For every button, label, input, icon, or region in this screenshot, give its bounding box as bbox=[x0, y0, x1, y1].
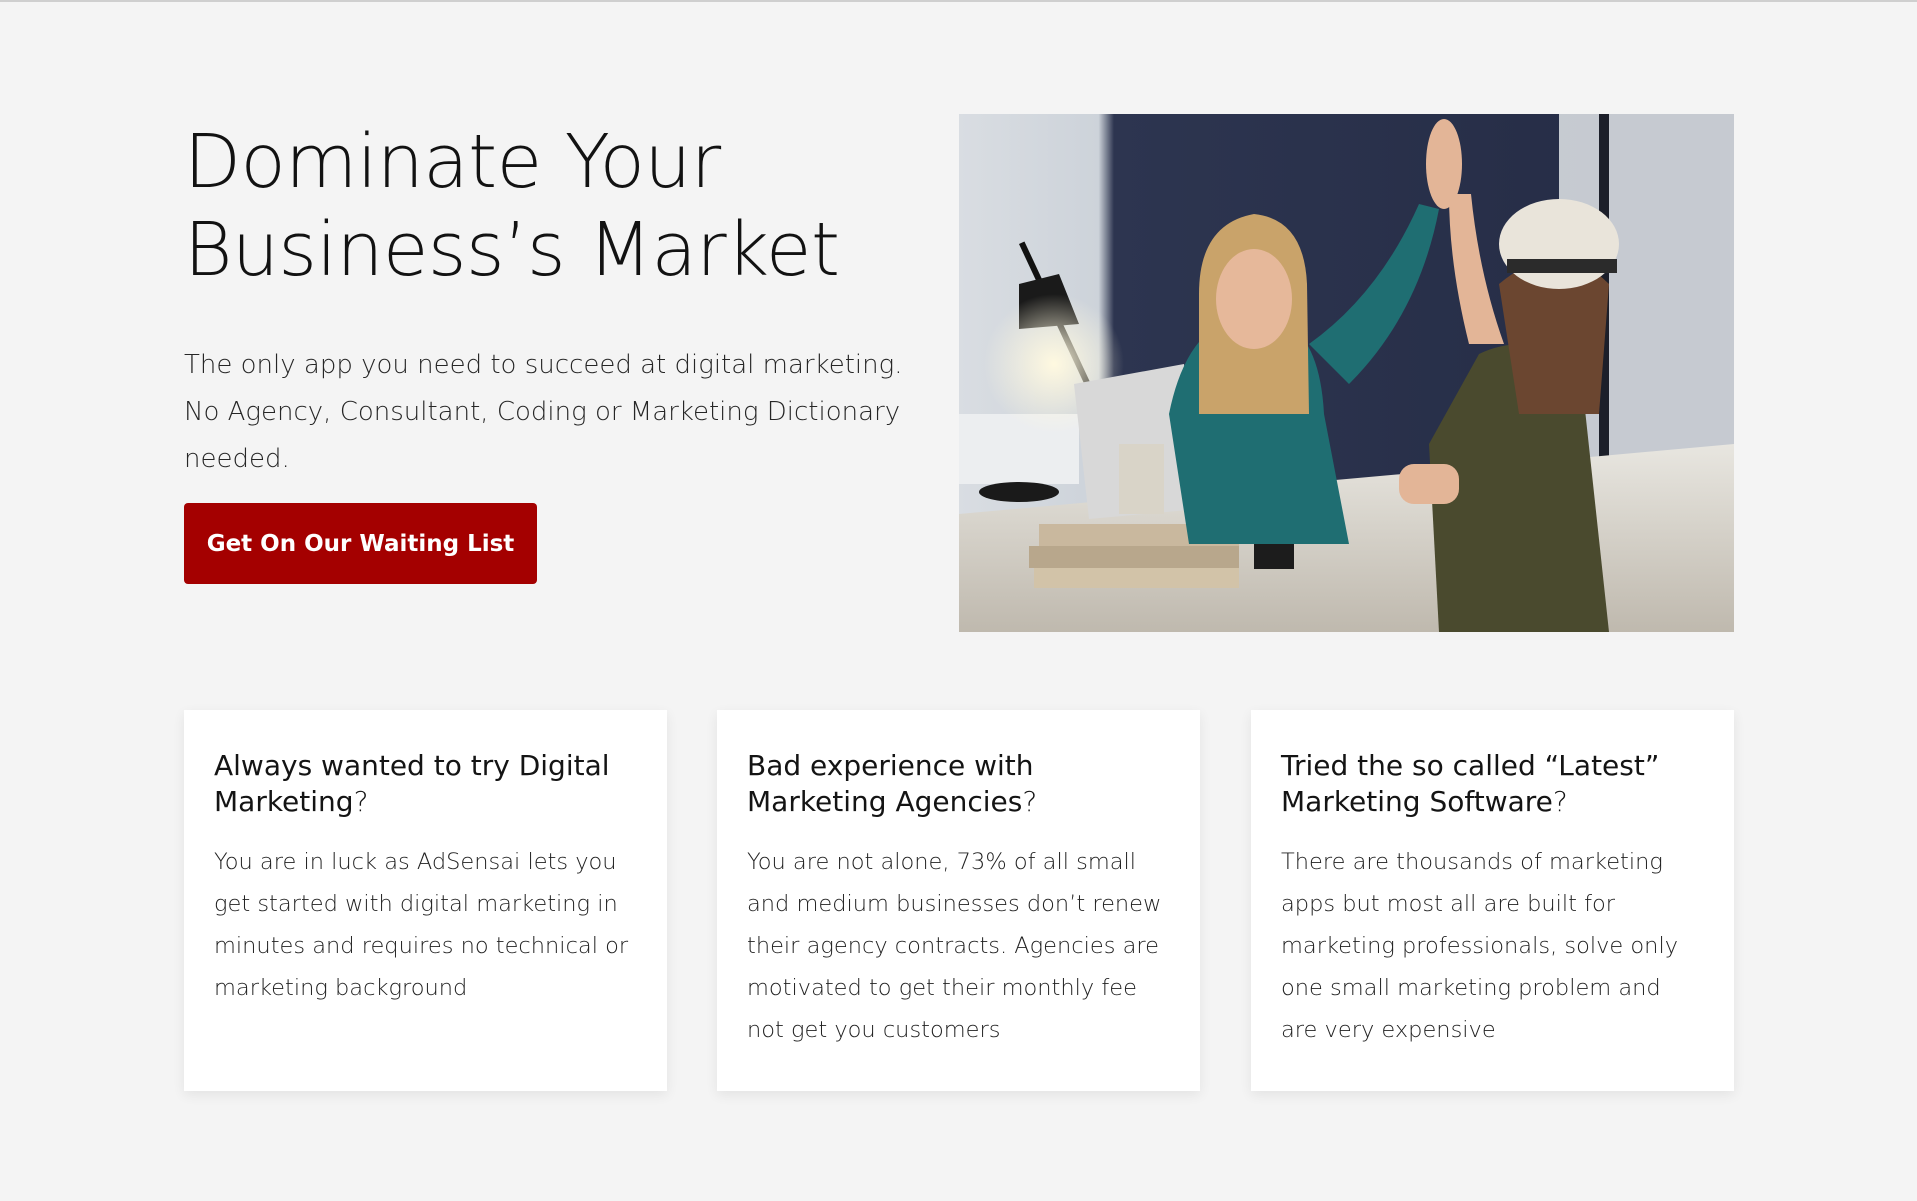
card-body: There are thousands of marketing apps bu… bbox=[1281, 849, 1679, 1043]
card-body: You are not alone, 73% of all small and … bbox=[747, 849, 1162, 1043]
hero-title: Dominate Your Business’s Market bbox=[184, 118, 904, 294]
card-title-question-mark: ? bbox=[1022, 785, 1038, 818]
card-title: Bad experience with Marketing Agencies? bbox=[747, 748, 1170, 820]
card-title-text: Tried the so called “Latest” Marketing S… bbox=[1281, 749, 1660, 818]
card-title: Tried the so called “Latest” Marketing S… bbox=[1281, 748, 1704, 820]
card-title-text: Bad experience with Marketing Agencies bbox=[747, 749, 1034, 818]
feature-card-marketing-software: Tried the so called “Latest” Marketing S… bbox=[1251, 710, 1734, 1091]
feature-card-digital-marketing: Always wanted to try Digital Marketing? … bbox=[184, 710, 667, 1091]
card-title: Always wanted to try Digital Marketing? bbox=[214, 748, 637, 820]
card-title-question-mark: ? bbox=[1552, 785, 1568, 818]
hero-subtitle: The only app you need to succeed at digi… bbox=[184, 350, 903, 474]
card-title-question-mark: ? bbox=[353, 785, 369, 818]
hero-photo bbox=[959, 114, 1734, 632]
top-divider bbox=[0, 0, 1917, 2]
office-high-five-image bbox=[959, 114, 1734, 632]
hero-title-line-1: Dominate Your bbox=[184, 119, 721, 205]
feature-card-marketing-agencies: Bad experience with Marketing Agencies? … bbox=[717, 710, 1200, 1091]
card-body: You are in luck as AdSensai lets you get… bbox=[214, 849, 629, 1001]
hero-text-block: Dominate Your Business’s Market The only… bbox=[184, 118, 904, 483]
hero-title-line-2: Business’s Market bbox=[184, 207, 840, 293]
waiting-list-button[interactable]: Get On Our Waiting List bbox=[184, 503, 537, 584]
card-title-text: Always wanted to try Digital Marketing bbox=[214, 749, 610, 818]
